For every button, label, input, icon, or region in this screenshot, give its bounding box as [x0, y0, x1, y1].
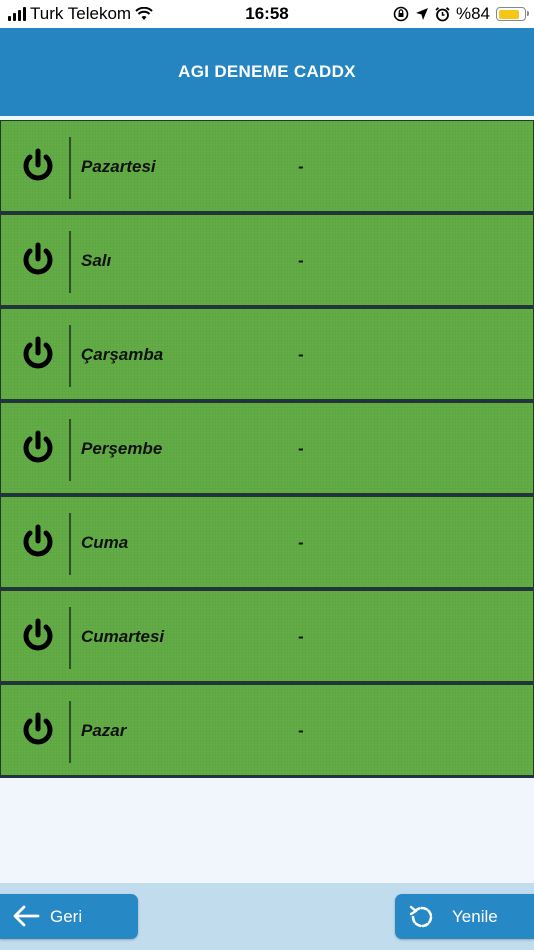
day-name: Pazartesi	[81, 157, 156, 176]
power-icon[interactable]	[19, 616, 57, 656]
alarm-icon	[435, 6, 450, 21]
day-row[interactable]: Cumartesi -	[0, 590, 534, 682]
row-divider	[69, 513, 71, 575]
day-value: -	[298, 439, 304, 458]
status-right: %84	[393, 4, 529, 24]
bottom-bar: Geri Yenile	[0, 883, 534, 950]
day-value: -	[298, 721, 304, 740]
day-name: Çarşamba	[81, 345, 164, 364]
status-bar: Turk Telekom 16:58 %84	[0, 0, 534, 28]
row-divider	[69, 701, 71, 763]
power-icon[interactable]	[19, 334, 57, 374]
refresh-icon	[409, 905, 433, 928]
back-button[interactable]: Geri	[0, 894, 138, 939]
power-icon[interactable]	[19, 522, 57, 562]
power-icon[interactable]	[19, 240, 57, 280]
battery-icon	[496, 7, 529, 21]
power-icon[interactable]	[19, 146, 57, 186]
day-value: -	[298, 157, 304, 176]
day-value: -	[298, 251, 304, 270]
day-name: Salı	[81, 251, 112, 270]
row-divider	[69, 231, 71, 293]
page-title: AGI DENEME CADDX	[178, 62, 356, 81]
day-row[interactable]: Perşembe -	[0, 402, 534, 494]
day-row[interactable]: Salı -	[0, 214, 534, 306]
battery-percent: %84	[455, 4, 490, 23]
day-name: Cuma	[81, 533, 129, 552]
day-row[interactable]: Cuma -	[0, 496, 534, 588]
back-label: Geri	[50, 907, 83, 926]
row-divider	[69, 325, 71, 387]
power-icon[interactable]	[19, 428, 57, 468]
refresh-button[interactable]: Yenile	[395, 894, 534, 939]
day-name: Perşembe	[81, 439, 163, 458]
app-header: AGI DENEME CADDX	[0, 28, 534, 116]
day-row[interactable]: Pazar -	[0, 684, 534, 776]
row-divider	[69, 137, 71, 199]
row-divider	[69, 419, 71, 481]
day-value: -	[298, 345, 304, 364]
day-value: -	[298, 627, 304, 646]
day-name: Cumartesi	[81, 627, 165, 646]
row-divider	[69, 607, 71, 669]
arrow-left-icon	[13, 905, 40, 927]
power-icon[interactable]	[19, 710, 57, 750]
refresh-label: Yenile	[452, 907, 498, 926]
day-list: Pazartesi - Salı - Çarşamba - Perşembe -	[0, 120, 534, 778]
battery-level-fill	[498, 9, 519, 19]
screen-lock-icon	[393, 6, 409, 22]
day-value: -	[298, 533, 304, 552]
day-row[interactable]: Çarşamba -	[0, 308, 534, 400]
location-icon	[415, 8, 428, 20]
day-name: Pazar	[81, 721, 127, 740]
day-row[interactable]: Pazartesi -	[0, 120, 534, 212]
